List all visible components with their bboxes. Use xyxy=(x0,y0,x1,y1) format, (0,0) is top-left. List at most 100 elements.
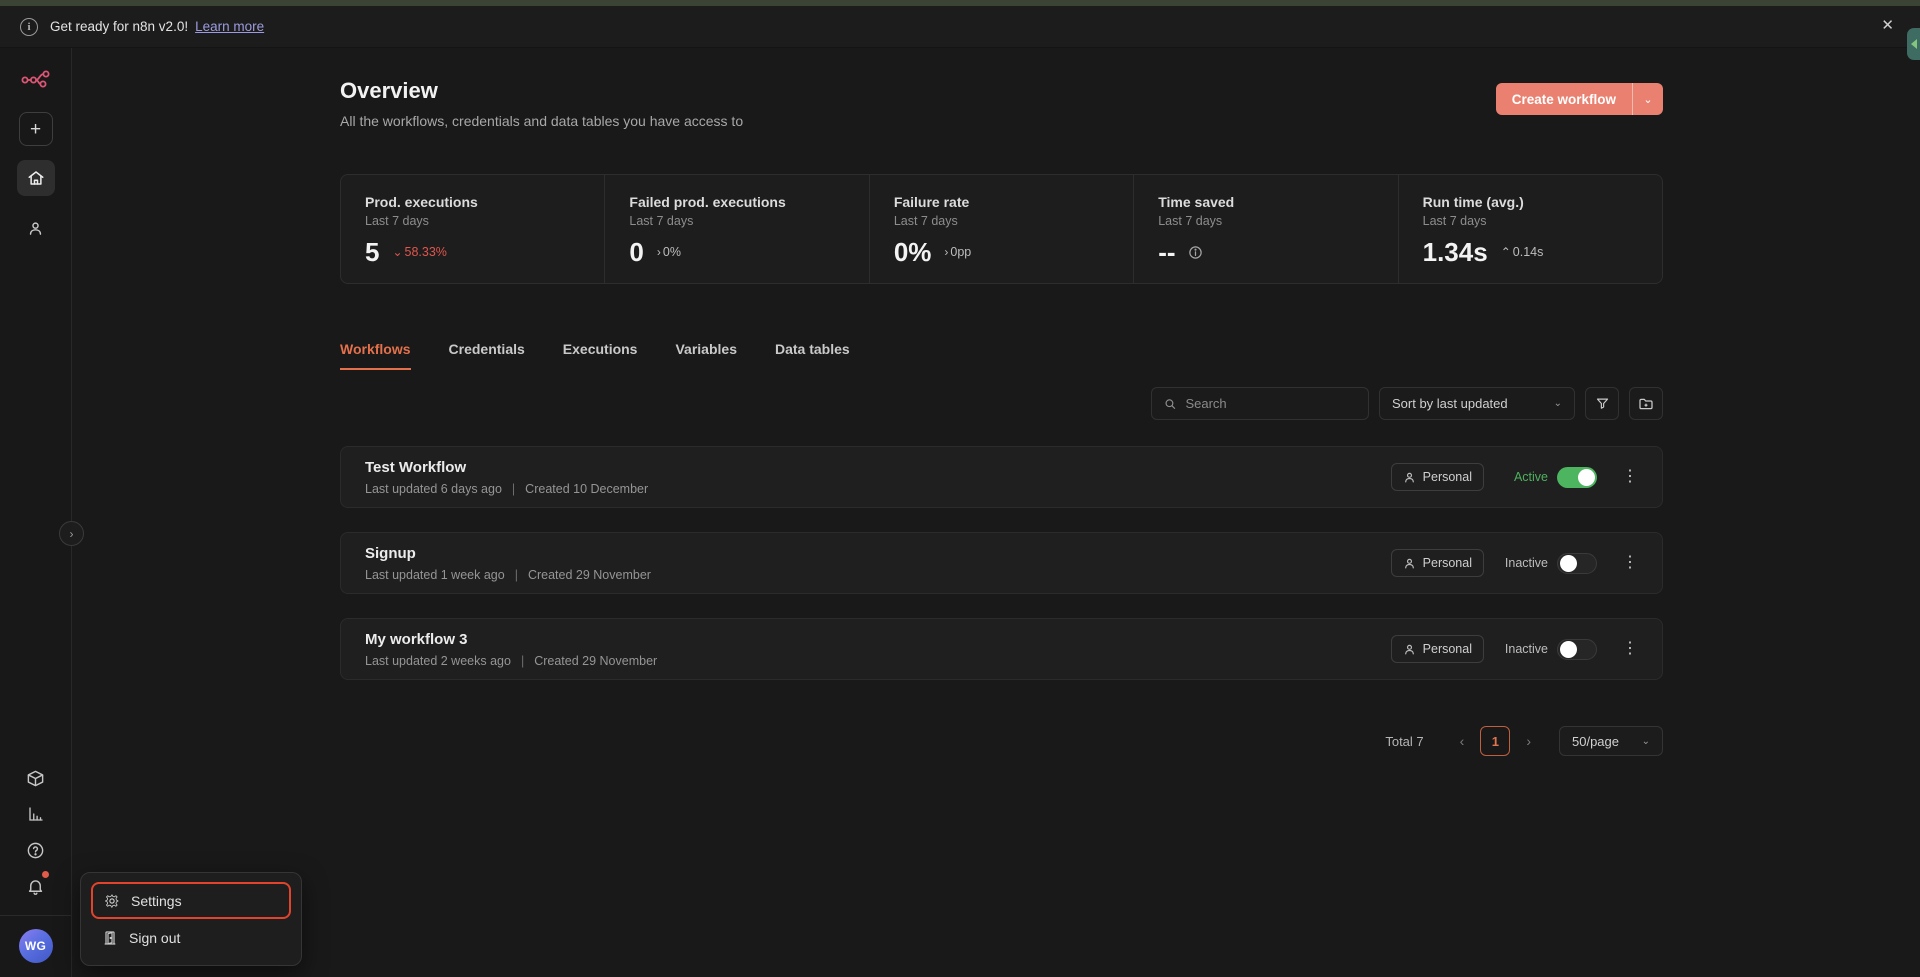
workflow-row-my-workflow-3[interactable]: My workflow 3 Last updated 2 weeks ago|C… xyxy=(340,618,1663,680)
sidebar-item-users[interactable] xyxy=(17,210,55,246)
user-menu-popup: Settings Sign out xyxy=(80,872,302,966)
info-icon[interactable] xyxy=(1188,245,1203,260)
search-input[interactable] xyxy=(1185,396,1356,411)
trend-flat-icon: › xyxy=(657,245,661,259)
menu-item-sign-out[interactable]: Sign out xyxy=(91,919,291,956)
stat-period: Last 7 days xyxy=(365,214,580,228)
row-menu-button[interactable]: ⋮ xyxy=(1622,555,1638,571)
learn-more-link[interactable]: Learn more xyxy=(195,19,264,34)
sidebar-item-help[interactable] xyxy=(18,833,54,867)
row-menu-button[interactable]: ⋮ xyxy=(1622,469,1638,485)
stat-period: Last 7 days xyxy=(1423,214,1638,228)
owner-badge: Personal xyxy=(1391,635,1484,663)
stat-run-time: Run time (avg.) Last 7 days 1.34s ⌃0.14s xyxy=(1399,175,1662,283)
sidebar-item-notifications[interactable] xyxy=(18,869,54,903)
search-box[interactable] xyxy=(1151,387,1369,420)
page-header-text: Overview All the workflows, credentials … xyxy=(340,78,743,129)
sign-out-door-icon xyxy=(102,930,118,946)
help-icon xyxy=(26,841,45,860)
workflow-row-test-workflow[interactable]: Test Workflow Last updated 6 days ago|Cr… xyxy=(340,446,1663,508)
tab-bar: Workflows Credentials Executions Variabl… xyxy=(340,341,1663,370)
stat-value: 1.34s xyxy=(1423,239,1488,265)
workflow-name[interactable]: Test Workflow xyxy=(365,459,1391,476)
user-icon xyxy=(1403,643,1416,656)
avatar[interactable]: WG xyxy=(19,929,53,963)
stat-value: 0% xyxy=(894,239,932,265)
toggle-knob xyxy=(1560,641,1577,658)
page-title: Overview xyxy=(340,78,743,104)
create-workflow-button[interactable]: Create workflow ⌄ xyxy=(1496,83,1663,115)
workflow-row-signup[interactable]: Signup Last updated 1 week ago|Created 2… xyxy=(340,532,1663,594)
banner-text: Get ready for n8n v2.0! xyxy=(50,19,188,34)
active-toggle[interactable] xyxy=(1557,639,1597,660)
row-menu-button[interactable]: ⋮ xyxy=(1622,641,1638,657)
sort-label: Sort by last updated xyxy=(1392,396,1508,411)
sidebar-divider xyxy=(0,915,71,916)
sidebar-item-templates[interactable] xyxy=(18,761,54,795)
close-icon[interactable]: ✕ xyxy=(1881,18,1894,33)
n8n-logo-icon[interactable] xyxy=(21,70,51,88)
toggle-knob xyxy=(1560,555,1577,572)
folder-icon xyxy=(1638,396,1654,412)
active-toggle[interactable] xyxy=(1557,553,1597,574)
stat-delta: ›0% xyxy=(657,245,681,259)
tab-variables[interactable]: Variables xyxy=(675,341,737,370)
sidebar-expand-button[interactable]: › xyxy=(59,521,84,546)
package-icon xyxy=(26,769,45,788)
toggle-knob xyxy=(1578,469,1595,486)
status-label: Inactive xyxy=(1500,556,1548,570)
stat-delta: ⌃0.14s xyxy=(1501,245,1544,259)
announcement-banner: i Get ready for n8n v2.0! Learn more ✕ xyxy=(0,6,1920,48)
tab-workflows[interactable]: Workflows xyxy=(340,341,411,370)
owner-badge: Personal xyxy=(1391,549,1484,577)
filter-button[interactable] xyxy=(1585,387,1619,420)
user-icon xyxy=(1403,557,1416,570)
stat-time-saved: Time saved Last 7 days -- xyxy=(1134,175,1398,283)
add-workflow-button[interactable]: + xyxy=(19,112,53,146)
stat-prod-executions: Prod. executions Last 7 days 5 ⌄58.33% xyxy=(341,175,605,283)
tab-data-tables[interactable]: Data tables xyxy=(775,341,850,370)
workflow-name[interactable]: My workflow 3 xyxy=(365,631,1391,648)
page-number[interactable]: 1 xyxy=(1480,726,1510,756)
trend-up-icon: ⌃ xyxy=(1501,245,1511,259)
stat-value: -- xyxy=(1158,239,1175,265)
home-icon xyxy=(27,169,45,187)
folders-button[interactable] xyxy=(1629,387,1663,420)
sidebar-item-home[interactable] xyxy=(17,160,55,196)
stat-value: 5 xyxy=(365,239,379,265)
bar-chart-icon xyxy=(27,805,45,823)
chevron-down-icon: ⌄ xyxy=(1642,736,1650,747)
page-size-dropdown[interactable]: 50/page ⌄ xyxy=(1559,726,1663,756)
stat-title: Prod. executions xyxy=(365,194,580,210)
search-icon xyxy=(1164,397,1176,411)
stat-period: Last 7 days xyxy=(629,214,844,228)
stat-title: Run time (avg.) xyxy=(1423,194,1638,210)
list-toolbar: Sort by last updated ⌄ xyxy=(340,387,1663,420)
main-area: Overview All the workflows, credentials … xyxy=(72,48,1920,977)
active-toggle[interactable] xyxy=(1557,467,1597,488)
filter-icon xyxy=(1595,396,1610,411)
side-panel-tab[interactable] xyxy=(1907,28,1920,60)
bell-icon xyxy=(26,877,45,896)
workflow-meta: Last updated 2 weeks ago|Created 29 Nove… xyxy=(365,654,1391,668)
notification-dot xyxy=(42,871,49,878)
workflow-name[interactable]: Signup xyxy=(365,545,1391,562)
tab-executions[interactable]: Executions xyxy=(563,341,638,370)
sidebar-item-insights[interactable] xyxy=(18,797,54,831)
gear-icon xyxy=(104,893,120,909)
workflow-list: Test Workflow Last updated 6 days ago|Cr… xyxy=(340,446,1663,680)
chevron-down-icon[interactable]: ⌄ xyxy=(1633,83,1663,115)
stat-value: 0 xyxy=(629,239,643,265)
menu-item-settings[interactable]: Settings xyxy=(91,882,291,919)
workflow-meta: Last updated 1 week ago|Created 29 Novem… xyxy=(365,568,1391,582)
next-page-button[interactable]: › xyxy=(1516,733,1541,749)
create-workflow-label[interactable]: Create workflow xyxy=(1496,83,1632,115)
prev-page-button[interactable]: ‹ xyxy=(1450,733,1475,749)
sort-dropdown[interactable]: Sort by last updated ⌄ xyxy=(1379,387,1575,420)
total-count: Total 7 xyxy=(1385,734,1423,749)
sign-out-label: Sign out xyxy=(129,930,180,946)
trend-down-icon: ⌄ xyxy=(392,245,402,259)
tab-credentials[interactable]: Credentials xyxy=(449,341,525,370)
page-subtitle: All the workflows, credentials and data … xyxy=(340,113,743,129)
workflow-meta: Last updated 6 days ago|Created 10 Decem… xyxy=(365,482,1391,496)
